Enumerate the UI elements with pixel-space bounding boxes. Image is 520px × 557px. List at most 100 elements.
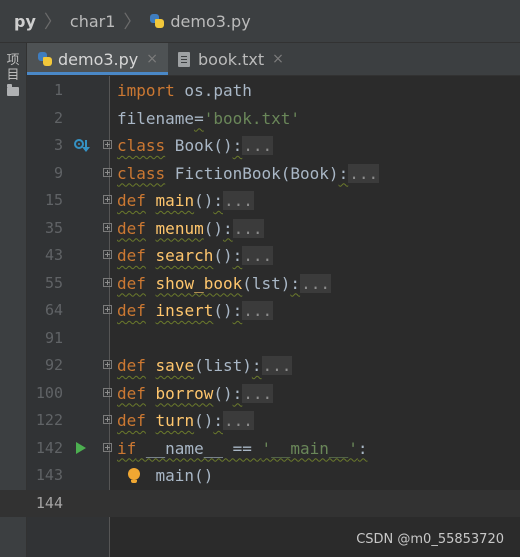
code-line[interactable]: 142 if __name__ == '__main__': xyxy=(0,435,520,462)
fold-toggle-icon[interactable] xyxy=(103,387,112,397)
code-token: if xyxy=(117,438,137,458)
code-token: def xyxy=(117,273,146,293)
code-token: (list) xyxy=(194,356,252,375)
code-text: def turn():... xyxy=(117,407,254,434)
code-token: () xyxy=(213,383,233,403)
text-file-icon xyxy=(178,51,190,67)
code-text: def menum():... xyxy=(117,215,264,242)
tab-label: demo3.py xyxy=(58,49,139,69)
line-number: 144 xyxy=(35,493,63,512)
code-line[interactable]: 9 class FictionBook(Book):... xyxy=(0,160,520,187)
folded-code-placeholder[interactable]: ... xyxy=(242,246,274,265)
code-token: def xyxy=(117,218,146,238)
line-number: 3 xyxy=(53,136,63,154)
code-text: filename='book.txt' xyxy=(117,105,300,132)
code-token: : xyxy=(222,218,233,238)
line-number: 35 xyxy=(44,218,63,237)
code-token: () xyxy=(213,246,233,265)
code-token: : xyxy=(290,273,301,293)
code-token: class xyxy=(117,136,166,155)
breadcrumb-file[interactable]: demo3.py xyxy=(149,12,251,31)
code-text: def show_book(lst):... xyxy=(117,270,331,297)
code-line[interactable]: 100 def borrow():... xyxy=(0,380,520,407)
code-text: def main():... xyxy=(117,187,254,214)
code-line[interactable]: 143 main() xyxy=(0,462,520,489)
code-token: search xyxy=(155,246,214,265)
code-line[interactable]: 15 def main():... xyxy=(0,187,520,214)
code-token: def xyxy=(117,383,146,403)
line-number: 1 xyxy=(53,81,63,99)
code-token: __name__ == xyxy=(136,438,262,458)
folded-code-placeholder[interactable]: ... xyxy=(242,301,274,320)
folded-code-placeholder[interactable]: ... xyxy=(300,273,331,293)
folded-code-placeholder[interactable]: ... xyxy=(232,218,264,238)
line-number: 9 xyxy=(53,163,63,182)
code-line[interactable]: 144 xyxy=(0,489,520,517)
code-line[interactable]: 64 def insert():... xyxy=(0,297,520,324)
folded-code-placeholder[interactable]: ... xyxy=(348,163,380,183)
fold-toggle-icon[interactable] xyxy=(103,250,112,259)
line-number: 122 xyxy=(35,411,63,429)
code-token: filename xyxy=(117,108,195,128)
code-line[interactable]: 91 xyxy=(0,325,520,352)
code-line[interactable]: 3 class Book():... xyxy=(0,132,520,159)
code-token: save xyxy=(155,356,195,375)
folded-code-placeholder[interactable]: ... xyxy=(222,191,254,210)
close-icon[interactable]: × xyxy=(272,51,284,67)
code-token: os.path xyxy=(174,81,252,100)
fold-toggle-icon[interactable] xyxy=(103,442,112,452)
breadcrumb-separator: 〉 xyxy=(43,12,62,33)
fold-toggle-icon[interactable] xyxy=(103,222,112,232)
code-token: () xyxy=(194,411,214,430)
folded-code-placeholder[interactable]: ... xyxy=(222,411,254,430)
line-number: 142 xyxy=(35,438,63,457)
line-number: 43 xyxy=(44,246,63,264)
code-text: def borrow():... xyxy=(117,380,274,407)
fold-toggle-icon[interactable] xyxy=(103,167,112,177)
code-token: def xyxy=(117,411,146,430)
folded-code-placeholder[interactable]: ... xyxy=(242,383,274,403)
folded-code-placeholder[interactable]: ... xyxy=(261,356,293,375)
tab-demo3-py[interactable]: demo3.py × xyxy=(27,43,168,75)
code-token: : xyxy=(338,163,349,183)
code-line[interactable]: 2 filename='book.txt' xyxy=(0,105,520,132)
fold-toggle-icon[interactable] xyxy=(103,140,112,149)
code-line[interactable]: 43 def search():... xyxy=(0,242,520,269)
run-icon[interactable] xyxy=(76,441,86,454)
code-text: main() xyxy=(117,462,214,489)
breadcrumb-separator: 〉 xyxy=(123,12,142,33)
code-line[interactable]: 92 def save(list):... xyxy=(0,352,520,379)
code-line[interactable]: 1 import os.path xyxy=(0,77,520,104)
fold-toggle-icon[interactable] xyxy=(103,277,112,287)
fold-toggle-icon[interactable] xyxy=(103,415,112,424)
code-token: () xyxy=(203,218,223,238)
code-token: (lst) xyxy=(242,273,291,293)
arrow-down-icon xyxy=(82,140,90,152)
tab-book-txt[interactable]: book.txt × xyxy=(168,43,294,75)
close-icon[interactable]: × xyxy=(146,51,158,67)
folded-code-placeholder[interactable]: ... xyxy=(242,136,274,155)
code-token: class xyxy=(117,163,166,183)
code-token: : xyxy=(232,301,243,320)
fold-toggle-icon[interactable] xyxy=(103,360,112,369)
line-number: 100 xyxy=(35,383,63,402)
fold-toggle-icon[interactable] xyxy=(103,305,112,314)
code-text: if __name__ == '__main__': xyxy=(117,435,367,462)
code-token: def xyxy=(117,246,146,265)
fold-toggle-icon[interactable] xyxy=(103,195,112,204)
code-line[interactable]: 122 def turn():... xyxy=(0,407,520,434)
line-number: 92 xyxy=(44,356,63,374)
code-token: : xyxy=(213,411,223,430)
breadcrumb-root[interactable]: py xyxy=(14,12,36,31)
line-number: 15 xyxy=(44,191,63,209)
code-token: insert xyxy=(155,301,214,320)
code-line[interactable]: 35 def menum():... xyxy=(0,215,520,242)
code-line[interactable]: 55 def show_book(lst):... xyxy=(0,270,520,297)
breadcrumb-folder[interactable]: char1 xyxy=(70,12,116,31)
